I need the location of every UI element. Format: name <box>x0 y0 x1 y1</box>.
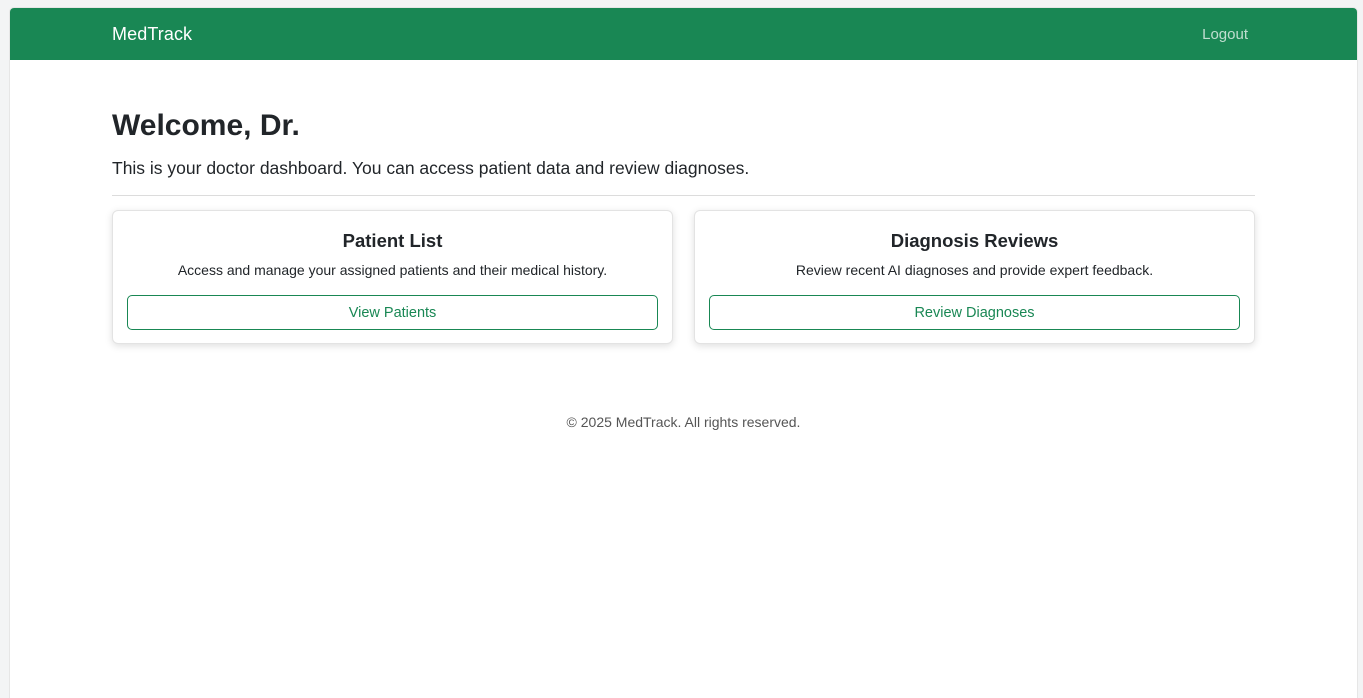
patient-list-card: Patient List Access and manage your assi… <box>112 210 673 344</box>
dashboard-cards: Patient List Access and manage your assi… <box>112 210 1255 344</box>
card-description: Review recent AI diagnoses and provide e… <box>795 262 1154 278</box>
diagnosis-reviews-card: Diagnosis Reviews Review recent AI diagn… <box>694 210 1255 344</box>
review-diagnoses-button[interactable]: Review Diagnoses <box>709 295 1240 330</box>
page-footer: © 2025 MedTrack. All rights reserved. <box>10 414 1357 430</box>
card-title: Diagnosis Reviews <box>890 230 1059 251</box>
brand-logo-link[interactable]: MedTrack <box>112 24 192 45</box>
page-title: Welcome, Dr. <box>112 109 300 142</box>
page-subtitle: This is your doctor dashboard. You can a… <box>112 158 750 178</box>
app-window: MedTrack Logout Welcome, Dr. This is you… <box>10 8 1357 698</box>
logout-link[interactable]: Logout <box>1202 26 1248 43</box>
card-title: Patient List <box>342 230 443 251</box>
card-description: Access and manage your assigned patients… <box>177 262 608 278</box>
main-content: Welcome, Dr. This is your doctor dashboa… <box>10 60 1255 344</box>
divider <box>112 195 1255 196</box>
copyright-text: © 2025 MedTrack. All rights reserved. <box>566 414 801 430</box>
view-patients-button[interactable]: View Patients <box>127 295 658 330</box>
top-navbar: MedTrack Logout <box>10 8 1357 60</box>
